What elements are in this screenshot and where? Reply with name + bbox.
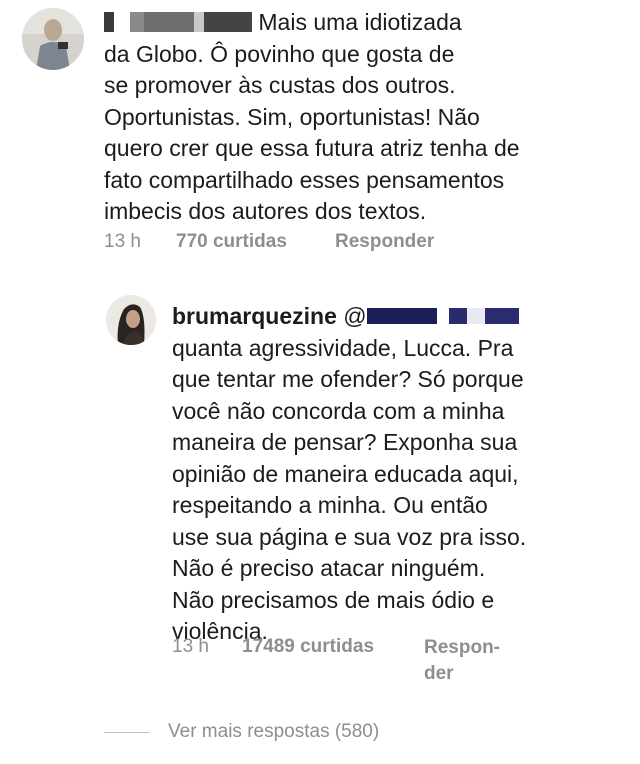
reply-meta: 13 h 17489 curtidas Respon-der	[172, 636, 500, 684]
reply-line: Não é preciso atacar ninguém.	[172, 555, 486, 581]
likes-count-link[interactable]: 770 curtidas	[176, 231, 287, 253]
reply-text: brumarquezine @ quanta agressividade, Lu…	[172, 301, 552, 648]
comment-line: quero crer que essa futura atriz tenha d…	[104, 135, 520, 161]
comment-line: da Globo. Ô povinho que gosta de	[104, 40, 455, 67]
reply-line: maneira de pensar? Exponha sua	[172, 429, 518, 455]
comment-line: fato compartilhado esses pensamentos	[104, 166, 505, 193]
reply-line: respeitando a minha. Ou então	[172, 492, 488, 518]
comment-line: imbecis dos autores dos textos.	[104, 198, 427, 224]
reply-line: Não precisamos de mais ódio e	[172, 586, 495, 613]
reply-time: 13 h	[172, 636, 209, 657]
reply-label-line: Respon-	[424, 637, 500, 658]
comment-time: 13 h	[104, 231, 141, 252]
redacted-username[interactable]	[104, 12, 252, 32]
reply-button[interactable]: Respon-der	[424, 635, 514, 687]
redacted-mention	[366, 308, 519, 324]
reply-line: opinião de maneira educada aqui,	[172, 460, 519, 487]
mention-prefix: @	[343, 303, 367, 329]
reply-label-line: der	[424, 663, 454, 684]
comment-line: se promover às custas dos outros.	[104, 72, 456, 98]
reply-avatar[interactable]	[106, 295, 156, 345]
comment-meta: 13 h 770 curtidas Responder	[104, 231, 434, 253]
avatar-photo-icon	[106, 295, 156, 345]
reply-username[interactable]: brumarquezine	[172, 303, 337, 329]
likes-count-link[interactable]: 17489 curtidas	[242, 636, 374, 658]
reply-line: quanta agressividade, Lucca. Pra	[172, 334, 514, 361]
commenter-avatar[interactable]	[22, 8, 84, 70]
reply-line: você não concorda com a minha	[172, 397, 505, 424]
comment-line: Oportunistas. Sim, oportunistas! Não	[104, 103, 480, 130]
comment-text: Mais uma idiotizada da Globo. Ô povinho …	[104, 7, 574, 228]
avatar-photo-icon	[22, 8, 84, 70]
reply-line: que tentar me ofender? Só porque	[172, 366, 524, 392]
view-more-replies-button[interactable]: Ver mais respostas (580)	[168, 721, 379, 743]
comment-line: Mais uma idiotizada	[258, 9, 462, 35]
mention[interactable]: @	[343, 303, 519, 329]
reply-line: use sua página e sua voz pra isso.	[172, 523, 527, 550]
reply-button[interactable]: Responder	[335, 231, 434, 253]
view-more-divider	[104, 732, 150, 733]
